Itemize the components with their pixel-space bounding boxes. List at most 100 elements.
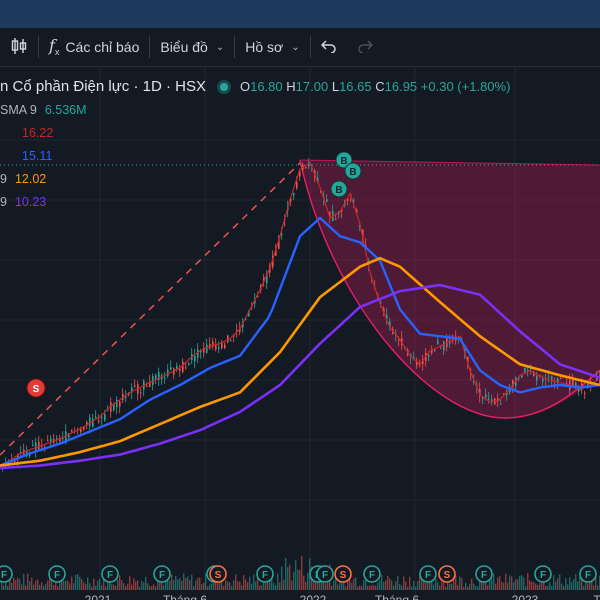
- volume-bar: [211, 583, 213, 590]
- volume-bar: [225, 580, 227, 590]
- volume-bar: [487, 585, 489, 590]
- volume-bar: [351, 582, 353, 590]
- volume-bar: [511, 576, 513, 590]
- volume-bar: [463, 586, 465, 590]
- candle-body: [215, 344, 217, 350]
- event-letter: F: [54, 570, 60, 581]
- event-letter: F: [481, 570, 487, 581]
- candle-body: [170, 367, 172, 370]
- event-letter: F: [262, 570, 268, 581]
- chart-type-dropdown[interactable]: Biểu đồ ⌄: [150, 28, 234, 66]
- volume-bar: [559, 574, 561, 590]
- candle-body: [32, 445, 34, 447]
- volume-bar: [143, 582, 145, 590]
- symbol-title: n Cổ phần Điện lực · 1D · HSX: [0, 78, 206, 95]
- indicators-button[interactable]: fx Các chỉ báo: [39, 28, 149, 66]
- volume-bar: [383, 581, 385, 590]
- candle-body: [167, 369, 169, 377]
- volume-bar: [131, 584, 133, 590]
- candle-body: [164, 377, 166, 379]
- event-letter: F: [425, 570, 431, 581]
- candle-body: [47, 440, 49, 442]
- candle-body: [488, 398, 490, 400]
- volume-bar: [111, 583, 113, 590]
- volume-bar: [489, 579, 491, 590]
- volume-bar: [417, 580, 419, 590]
- candle-body: [56, 437, 58, 439]
- volume-bar: [557, 578, 559, 590]
- volume-bar: [579, 576, 581, 590]
- volume-bar: [395, 581, 397, 590]
- volume-bar: [17, 577, 19, 590]
- volume-bar: [151, 585, 153, 590]
- event-letter: F: [159, 570, 165, 581]
- volume-bar: [407, 586, 409, 590]
- volume-bar: [519, 575, 521, 590]
- volume-bar: [401, 585, 403, 590]
- volume-bar: [521, 575, 523, 590]
- volume-bar: [173, 580, 175, 590]
- volume-bar: [303, 575, 305, 590]
- candle-body: [212, 341, 214, 347]
- volume-bar: [277, 573, 279, 590]
- event-letter: S: [444, 570, 451, 581]
- candle-body: [584, 392, 586, 394]
- volume-bar: [53, 585, 55, 590]
- volume-bar: [15, 580, 17, 590]
- volume-bar: [231, 586, 233, 590]
- volume-bar: [195, 580, 197, 590]
- profile-dropdown[interactable]: Hồ sơ ⌄: [235, 28, 309, 66]
- volume-bar: [189, 579, 191, 590]
- volume-bar: [577, 581, 579, 590]
- volume-bar: [45, 583, 47, 590]
- volume-bar: [509, 575, 511, 590]
- redo-button[interactable]: [347, 28, 383, 66]
- candle-body: [134, 385, 136, 387]
- volume-bar: [27, 573, 29, 590]
- volume-bar: [141, 580, 143, 590]
- candle-type-button[interactable]: [0, 28, 38, 66]
- volume-bar: [177, 579, 179, 590]
- volume-bar: [325, 583, 327, 590]
- volume-bar: [279, 582, 281, 590]
- chevron-down-icon: ⌄: [215, 41, 225, 53]
- volume-bar: [505, 573, 507, 590]
- event-letter: S: [215, 570, 222, 581]
- volume-bar: [563, 586, 565, 590]
- volume-bar: [245, 579, 247, 590]
- volume-bar: [169, 580, 171, 590]
- volume-bar: [399, 584, 401, 590]
- volume-bar: [495, 583, 497, 590]
- volume-bar: [469, 583, 471, 590]
- candle-body: [524, 367, 526, 372]
- candle-body: [71, 429, 73, 432]
- volume-bar: [93, 578, 95, 590]
- volume-bar: [197, 577, 199, 590]
- volume-bar: [573, 578, 575, 590]
- x-axis-ticks: 2021 Tháng 6 2022 Tháng 6 2023 T: [85, 593, 600, 600]
- candlestick-icon: [10, 37, 28, 58]
- volume-bar: [113, 584, 115, 590]
- candle-body: [521, 375, 523, 378]
- undo-button[interactable]: [311, 28, 347, 66]
- legend-ma-2: 15.11: [22, 148, 53, 163]
- volume-bar: [275, 585, 277, 590]
- candle-body: [101, 417, 103, 419]
- volume-bar: [237, 581, 239, 590]
- volume-bar: [393, 585, 395, 590]
- volume-bar: [135, 581, 137, 590]
- candle-body: [548, 376, 550, 378]
- volume-bar: [337, 584, 339, 590]
- volume-bar: [431, 581, 433, 590]
- volume-bar: [69, 583, 71, 590]
- volume-bar: [199, 577, 201, 590]
- chevron-down-icon: ⌄: [291, 41, 300, 53]
- volume-bar: [547, 585, 549, 590]
- candle-body: [104, 414, 106, 421]
- function-icon: fx: [49, 36, 60, 58]
- candle-body: [188, 363, 190, 366]
- volume-bar: [57, 586, 59, 590]
- volume-bar: [497, 577, 499, 590]
- volume-bar: [101, 585, 103, 590]
- volume-bar: [145, 576, 147, 590]
